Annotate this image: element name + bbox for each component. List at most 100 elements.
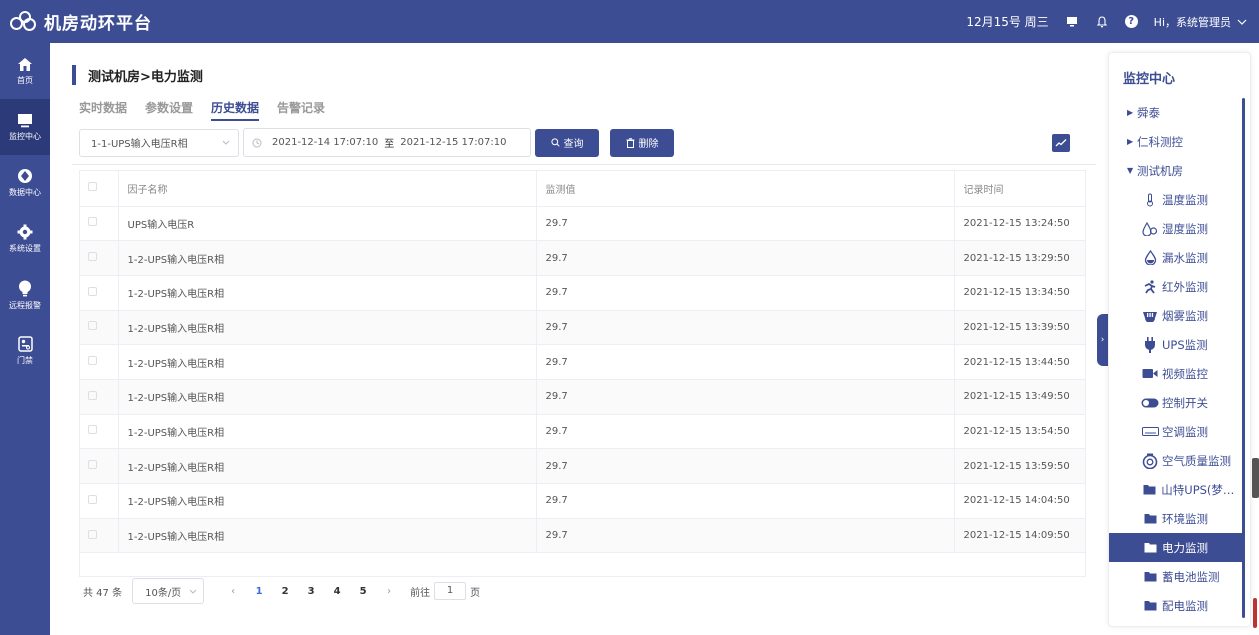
- gear-icon: [17, 224, 33, 240]
- tree-item[interactable]: 蓄电池监测: [1109, 562, 1242, 591]
- search-icon: [550, 138, 560, 147]
- home-icon: [18, 57, 32, 71]
- nav-item-monitor[interactable]: 监控中心: [0, 99, 50, 155]
- panel-collapse-button[interactable]: ›: [1097, 314, 1108, 366]
- clock-icon: [252, 138, 262, 147]
- caret-right-icon: ▶: [1127, 137, 1134, 146]
- page-size-select[interactable]: 10条/页: [132, 578, 205, 604]
- row-checkbox[interactable]: [88, 321, 97, 331]
- row-checkbox[interactable]: [88, 356, 97, 366]
- tree-item[interactable]: UPS监测: [1109, 330, 1242, 359]
- nav-item-settings[interactable]: 系统设置: [0, 211, 50, 267]
- page-1[interactable]: 1: [246, 586, 272, 597]
- title-accent-bar: [72, 65, 76, 85]
- bell-icon[interactable]: [1095, 15, 1109, 29]
- table-row[interactable]: 1-2-UPS输入电压R相 29.7 2021-12-15 13:29:50: [80, 240, 1085, 276]
- tree-item[interactable]: 漏水监测: [1109, 243, 1242, 272]
- tree-item[interactable]: 红外监测: [1109, 272, 1242, 301]
- row-checkbox[interactable]: [88, 252, 97, 262]
- tree-item[interactable]: 视频监控: [1109, 359, 1242, 388]
- tree-item-label: 环境监测: [1162, 511, 1208, 526]
- screen-icon[interactable]: [1065, 15, 1079, 29]
- cell-time: 2021-12-15 14:04:50: [954, 483, 1085, 519]
- video-camera-icon: [1141, 368, 1159, 379]
- logo-icon: [10, 10, 38, 33]
- tree-item[interactable]: 湿度监测: [1109, 214, 1242, 243]
- nav-item-home[interactable]: 首页: [0, 43, 50, 99]
- tree-item[interactable]: 配电监测: [1109, 591, 1242, 620]
- side-widget[interactable]: [1252, 458, 1259, 498]
- tab-params[interactable]: 参数设置: [145, 99, 193, 121]
- chevron-down-icon: [189, 589, 197, 594]
- table-row[interactable]: 1-2-UPS输入电压R相 29.7 2021-12-15 13:49:50: [80, 379, 1085, 415]
- next-page-button[interactable]: ›: [376, 586, 402, 597]
- tab-alarms[interactable]: 告警记录: [277, 99, 325, 121]
- tree-item[interactable]: 烟雾监测: [1109, 301, 1242, 330]
- nav-item-access[interactable]: 门禁: [0, 323, 50, 379]
- row-checkbox[interactable]: [88, 286, 97, 296]
- cell-factor-name: UPS输入电压R: [118, 206, 537, 242]
- tree-item[interactable]: 空气质量监测: [1109, 446, 1242, 475]
- nav-item-alarm[interactable]: 远程报警: [0, 267, 50, 323]
- cell-factor-name: 1-2-UPS输入电压R相: [118, 275, 537, 311]
- date-end[interactable]: 2021-12-15 17:07:10: [400, 137, 506, 148]
- tree-item-label: 漏水监测: [1162, 250, 1208, 265]
- tree-group[interactable]: ▶ 仁科测控: [1109, 127, 1242, 156]
- tree-item-label: 配电监测: [1162, 598, 1208, 613]
- page-jump-input[interactable]: 1: [434, 582, 467, 600]
- table-row[interactable]: 1-2-UPS输入电压R相 29.7 2021-12-15 13:59:50: [80, 448, 1085, 484]
- cell-value: 29.7: [536, 344, 955, 380]
- row-checkbox[interactable]: [88, 217, 97, 227]
- date-start[interactable]: 2021-12-14 17:07:10: [272, 137, 378, 148]
- page-3[interactable]: 3: [298, 586, 324, 597]
- table-row[interactable]: UPS输入电压R 29.7 2021-12-15 13:24:50: [80, 206, 1085, 242]
- table-row[interactable]: 1-2-UPS输入电压R相 29.7 2021-12-15 13:54:50: [80, 414, 1085, 450]
- page-2[interactable]: 2: [272, 586, 298, 597]
- page-5[interactable]: 5: [350, 586, 376, 597]
- table-row[interactable]: 1-2-UPS输入电压R相 29.7 2021-12-15 14:04:50: [80, 483, 1085, 519]
- cell-factor-name: 1-2-UPS输入电压R相: [118, 448, 537, 484]
- table-header-row: 因子名称 监测值 记录时间: [80, 171, 1085, 207]
- row-checkbox[interactable]: [88, 529, 97, 539]
- smoke-detector-icon: [1141, 310, 1159, 322]
- tree-item[interactable]: 控制开关: [1109, 388, 1242, 417]
- tree-item[interactable]: 空调监测: [1109, 417, 1242, 446]
- row-checkbox[interactable]: [88, 390, 97, 400]
- select-all-checkbox[interactable]: [88, 182, 97, 192]
- page-4[interactable]: 4: [324, 586, 350, 597]
- divider: [72, 164, 1096, 165]
- factor-select[interactable]: 1-1-UPS输入电压R相: [79, 128, 239, 157]
- table-row[interactable]: 1-2-UPS输入电压R相 29.7 2021-12-15 13:44:50: [80, 344, 1085, 380]
- table-row[interactable]: 1-2-UPS输入电压R相 29.7 2021-12-15 13:39:50: [80, 310, 1085, 346]
- tab-realtime[interactable]: 实时数据: [79, 99, 127, 121]
- table-row[interactable]: 1-2-UPS输入电压R相 29.7 2021-12-15 13:34:50: [80, 275, 1085, 311]
- prev-page-button[interactable]: ‹: [220, 586, 246, 597]
- row-checkbox[interactable]: [88, 494, 97, 504]
- panel-scrollbar[interactable]: [1242, 98, 1245, 618]
- tab-history[interactable]: 历史数据: [211, 99, 260, 121]
- date-separator: 至: [384, 139, 395, 150]
- nav-item-data[interactable]: 数据中心: [0, 155, 50, 211]
- tree-group[interactable]: ▼ 测试机房: [1109, 156, 1242, 185]
- tree-item[interactable]: 温度监测: [1109, 185, 1242, 214]
- tree-item[interactable]: 山特UPS(梦幻...: [1109, 475, 1242, 504]
- filter-bar: 1-1-UPS输入电压R相 2021-12-14 17:07:10 至 2021…: [79, 128, 1085, 157]
- query-button[interactable]: 查询: [535, 128, 599, 157]
- delete-button[interactable]: 删除: [610, 128, 674, 157]
- table-row[interactable]: 1-2-UPS输入电压R相 29.7 2021-12-15 14:09:50: [80, 518, 1085, 554]
- cell-value: 29.7: [536, 414, 955, 450]
- cell-factor-name: 1-2-UPS输入电压R相: [118, 240, 537, 276]
- row-checkbox[interactable]: [88, 425, 97, 435]
- chart-view-button[interactable]: [1052, 133, 1070, 152]
- left-nav: 首页 监控中心 数据中心 系统设置 远程报警 门禁: [0, 43, 50, 635]
- cell-factor-name: 1-2-UPS输入电压R相: [118, 483, 537, 519]
- tree-item[interactable]: 电力监测: [1109, 533, 1242, 562]
- tree-item-label: 舜泰: [1137, 105, 1160, 120]
- user-menu[interactable]: Hi，系统管理员: [1154, 14, 1247, 30]
- top-bar: 机房动环平台 12月15号 周三 ? Hi，系统管理员: [0, 0, 1259, 43]
- row-checkbox[interactable]: [88, 460, 97, 470]
- tree-item[interactable]: 环境监测: [1109, 504, 1242, 533]
- date-range-picker[interactable]: 2021-12-14 17:07:10 至 2021-12-15 17:07:1…: [243, 128, 531, 157]
- tree-group[interactable]: ▶ 舜泰: [1109, 98, 1242, 127]
- help-icon[interactable]: ?: [1124, 15, 1138, 28]
